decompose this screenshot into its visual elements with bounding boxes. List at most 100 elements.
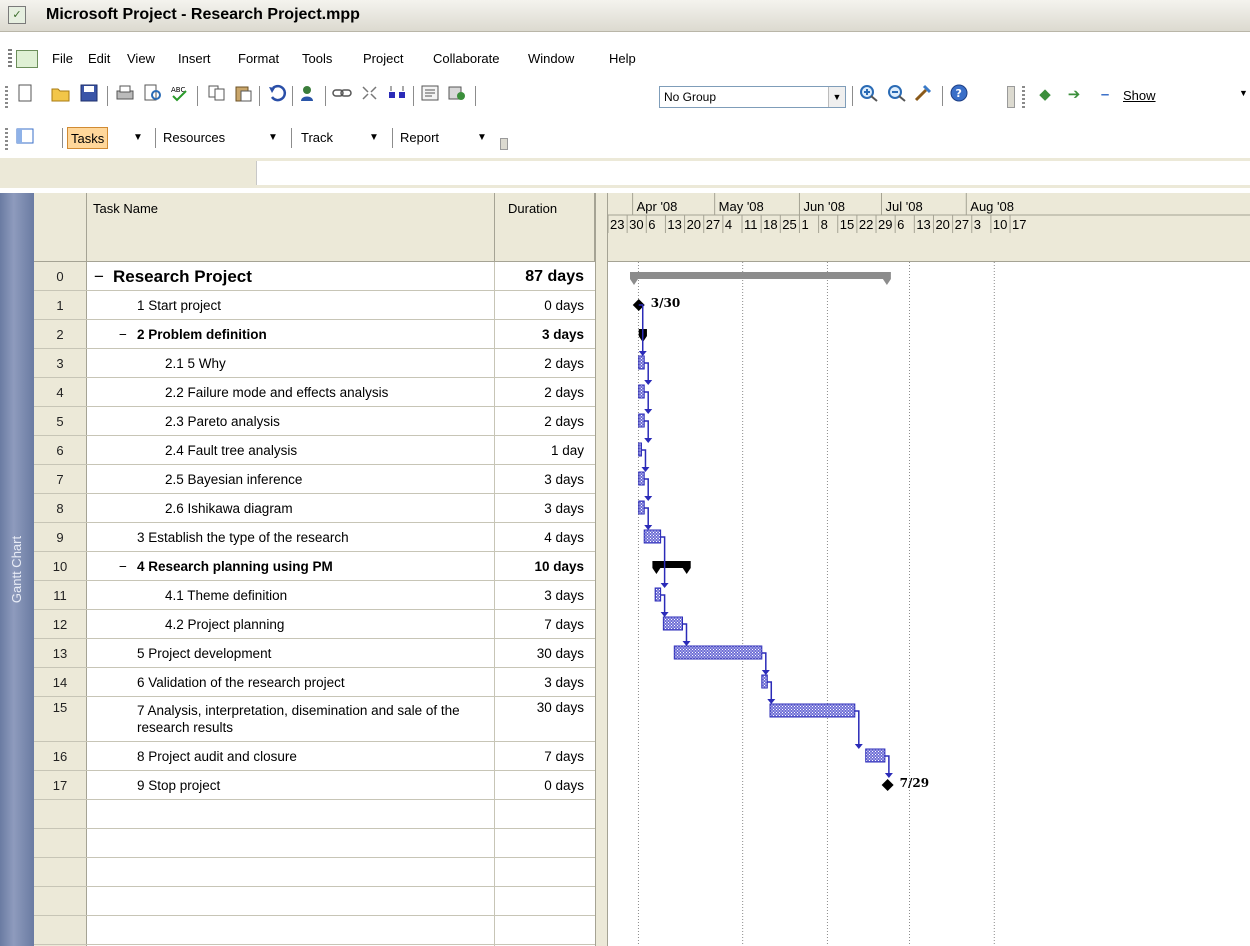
table-row[interactable]: 16 8 Project audit and closure 7 days	[34, 742, 595, 771]
dependency-link[interactable]	[641, 449, 647, 468]
menu-insert[interactable]: Insert	[178, 51, 211, 66]
dependency-link[interactable]	[644, 478, 649, 497]
duration-cell[interactable]: 10 days	[495, 552, 595, 580]
task-information-icon[interactable]	[419, 84, 441, 106]
new-icon[interactable]	[14, 84, 36, 106]
save-icon[interactable]	[78, 84, 100, 106]
row-id[interactable]: 12	[34, 610, 87, 638]
dependency-link[interactable]	[884, 755, 890, 774]
task-name-cell[interactable]: 5 Project development	[87, 639, 495, 667]
table-row[interactable]: 10−4 Research planning using PM 10 days	[34, 552, 595, 581]
chevron-down-icon[interactable]: ▼	[265, 127, 281, 149]
dependency-link[interactable]	[644, 362, 649, 381]
duration-cell[interactable]: 87 days	[495, 262, 595, 290]
scroll-forward-icon[interactable]: ➔	[1063, 84, 1085, 106]
empty-row[interactable]	[34, 887, 595, 916]
dependency-link[interactable]	[761, 652, 767, 671]
duration-cell[interactable]: 30 days	[495, 697, 595, 741]
duration-cell[interactable]: 2 days	[495, 378, 595, 406]
task-name-cell[interactable]: 2.6 Ishikawa diagram	[87, 494, 495, 522]
task-name-cell[interactable]: 8 Project audit and closure	[87, 742, 495, 770]
task-bar[interactable]	[673, 645, 763, 660]
task-name-cell[interactable]: 4.1 Theme definition	[87, 581, 495, 609]
milestone-diamond[interactable]: 7/29	[881, 776, 929, 791]
table-row[interactable]: 7 2.5 Bayesian inference 3 days	[34, 465, 595, 494]
table-row[interactable]: 14 6 Validation of the research project 3 …	[34, 668, 595, 697]
menu-tools[interactable]: Tools	[302, 51, 332, 66]
task-name-cell[interactable]	[87, 858, 495, 886]
undo-icon[interactable]	[266, 84, 288, 106]
assign-resources-icon[interactable]	[298, 84, 320, 106]
row-id[interactable]	[34, 858, 87, 886]
table-row[interactable]: 6 2.4 Fault tree analysis 1 day	[34, 436, 595, 465]
table-row[interactable]: 2−2 Problem definition 3 days	[34, 320, 595, 349]
task-bar[interactable]	[654, 587, 662, 602]
table-row[interactable]: 15 7 Analysis, interpretation, diseminati…	[34, 697, 595, 742]
task-name-cell[interactable]: 1 Start project	[87, 291, 495, 319]
task-name-cell[interactable]	[87, 829, 495, 857]
table-row[interactable]: 9 3 Establish the type of the research 4 d…	[34, 523, 595, 552]
chevron-down-icon[interactable]: ▼	[1239, 88, 1248, 98]
duration-cell[interactable]: 3 days	[495, 668, 595, 696]
menu-view[interactable]: View	[127, 51, 155, 66]
table-row[interactable]: 17 9 Stop project 0 days	[34, 771, 595, 800]
row-id[interactable]: 16	[34, 742, 87, 770]
guide-resources-button[interactable]: Resources	[160, 127, 228, 149]
menu-file[interactable]: File	[52, 51, 73, 66]
menu-format[interactable]: Format	[238, 51, 279, 66]
row-id[interactable]: 14	[34, 668, 87, 696]
duration-cell[interactable]: 3 days	[495, 465, 595, 493]
go-to-task-icon[interactable]	[913, 84, 935, 106]
link-tasks-icon[interactable]	[331, 84, 353, 106]
row-id[interactable]: 0	[34, 262, 87, 290]
collapse-icon[interactable]: −	[93, 262, 105, 290]
copy-icon[interactable]	[206, 84, 228, 106]
duration-header[interactable]: Duration	[495, 193, 595, 262]
empty-row[interactable]	[34, 829, 595, 858]
duration-cell[interactable]: 4 days	[495, 523, 595, 551]
guide-report-button[interactable]: Report	[397, 127, 442, 149]
dependency-link[interactable]	[644, 391, 649, 410]
row-id[interactable]: 4	[34, 378, 87, 406]
dependency-link[interactable]	[682, 623, 688, 642]
task-name-cell[interactable]: 2.3 Pareto analysis	[87, 407, 495, 435]
task-name-cell[interactable]: 7 Analysis, interpretation, disemination…	[87, 697, 495, 741]
menu-window[interactable]: Window	[528, 51, 574, 66]
menu-edit[interactable]: Edit	[88, 51, 110, 66]
grip-icon[interactable]	[5, 128, 8, 150]
row-id[interactable]: 15	[34, 697, 87, 741]
row-id[interactable]: 13	[34, 639, 87, 667]
duration-cell[interactable]: 3 days	[495, 320, 595, 348]
zoom-out-icon[interactable]	[886, 84, 908, 106]
row-id[interactable]	[34, 800, 87, 828]
duration-cell[interactable]: 0 days	[495, 771, 595, 799]
row-id[interactable]: 11	[34, 581, 87, 609]
dependency-link[interactable]	[767, 681, 773, 700]
group-select[interactable]: No Group ▼	[659, 86, 846, 108]
table-row[interactable]: 0− Research Project 87 days	[34, 262, 595, 291]
print-preview-icon[interactable]	[142, 84, 164, 106]
scroll-back-icon[interactable]: ◆	[1034, 84, 1056, 106]
row-id[interactable]: 8	[34, 494, 87, 522]
unlink-tasks-icon[interactable]	[359, 84, 381, 106]
duration-cell[interactable]: 1 day	[495, 436, 595, 464]
duration-cell[interactable]: 30 days	[495, 639, 595, 667]
table-row[interactable]: 12 4.2 Project planning 7 days	[34, 610, 595, 639]
task-name-cell[interactable]: 9 Stop project	[87, 771, 495, 799]
dependency-link[interactable]	[660, 536, 666, 584]
task-bar[interactable]	[638, 471, 645, 486]
grip-icon[interactable]	[5, 86, 8, 108]
task-name-cell[interactable]: − Research Project	[87, 262, 495, 290]
summary-bar[interactable]	[652, 561, 691, 574]
menu-project[interactable]: Project	[363, 51, 403, 66]
dependency-link[interactable]	[854, 710, 860, 745]
guide-tasks-button[interactable]: Tasks	[67, 127, 109, 149]
zoom-in-icon[interactable]	[858, 84, 880, 106]
toolbar-options-icon[interactable]	[500, 138, 508, 150]
view-bar[interactable]: Gantt Chart	[0, 193, 34, 946]
row-id[interactable]: 9	[34, 523, 87, 551]
chevron-down-icon[interactable]: ▼	[130, 127, 146, 149]
task-bar[interactable]	[643, 529, 662, 544]
row-id[interactable]: 10	[34, 552, 87, 580]
dependency-link[interactable]	[638, 304, 644, 352]
